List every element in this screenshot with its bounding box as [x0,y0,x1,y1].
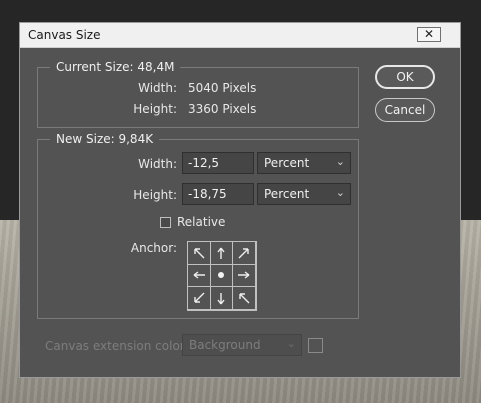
chevron-down-icon: ⌄ [335,186,345,199]
anchor-cell-bottom[interactable] [209,286,234,310]
height-unit-value: Percent [264,187,310,201]
extension-color-swatch[interactable] [308,338,323,353]
height-unit-select[interactable]: Percent ⌄ [257,183,351,205]
width-input[interactable]: -12,5 [182,152,254,174]
extension-color-value: Background [189,338,261,352]
anchor-cell-center[interactable] [209,263,234,288]
anchor-cell-top-left[interactable] [187,241,211,265]
arrow-s-icon [217,293,226,305]
chevron-down-icon: ⌄ [286,337,296,350]
height-input[interactable]: -18,75 [182,183,254,205]
width-unit-value: Percent [264,156,310,170]
new-width-label: Width: [138,157,177,171]
anchor-cell-bottom-left[interactable] [187,286,211,310]
width-unit-select[interactable]: Percent ⌄ [257,152,351,174]
arrow-e-icon [238,271,250,280]
extension-color-select[interactable]: Background ⌄ [182,334,302,356]
current-width-label: Width: [138,81,177,95]
current-width-value: 5040 Pixels [188,81,257,95]
cancel-button[interactable]: Cancel [375,98,435,122]
ok-button[interactable]: OK [375,65,435,89]
current-size-group: Current Size: 48,4M [37,60,359,128]
anchor-dot-icon [218,272,225,279]
arrow-nw-icon [194,248,205,259]
relative-checkbox[interactable] [160,217,171,228]
current-height-value: 3360 Pixels [188,102,257,116]
arrow-se-icon [239,293,250,304]
current-size-legend: Current Size: 48,4M [50,60,181,74]
canvas-size-dialog: Canvas Size ✕ Current Size: 48,4M Width:… [19,22,461,378]
arrow-n-icon [217,247,226,259]
anchor-cell-right[interactable] [232,263,256,288]
close-button[interactable]: ✕ [417,27,441,42]
dialog-titlebar: Canvas Size ✕ [20,23,460,48]
chevron-down-icon: ⌄ [335,155,345,168]
anchor-cell-top[interactable] [209,241,234,265]
current-height-label: Height: [133,102,177,116]
arrow-w-icon [193,271,205,280]
dialog-title: Canvas Size [28,28,101,42]
new-height-label: Height: [133,188,177,202]
anchor-cell-bottom-right[interactable] [232,286,256,310]
anchor-grid [187,241,257,311]
anchor-label: Anchor: [130,241,177,255]
anchor-cell-top-right[interactable] [232,241,256,265]
arrow-ne-icon [238,248,249,259]
arrow-sw-icon [194,292,205,303]
relative-label[interactable]: Relative [177,215,225,229]
new-size-legend: New Size: 9,84K [50,132,160,146]
extension-color-label: Canvas extension color: [45,339,189,353]
anchor-cell-left[interactable] [187,263,211,288]
close-icon: ✕ [423,27,435,41]
